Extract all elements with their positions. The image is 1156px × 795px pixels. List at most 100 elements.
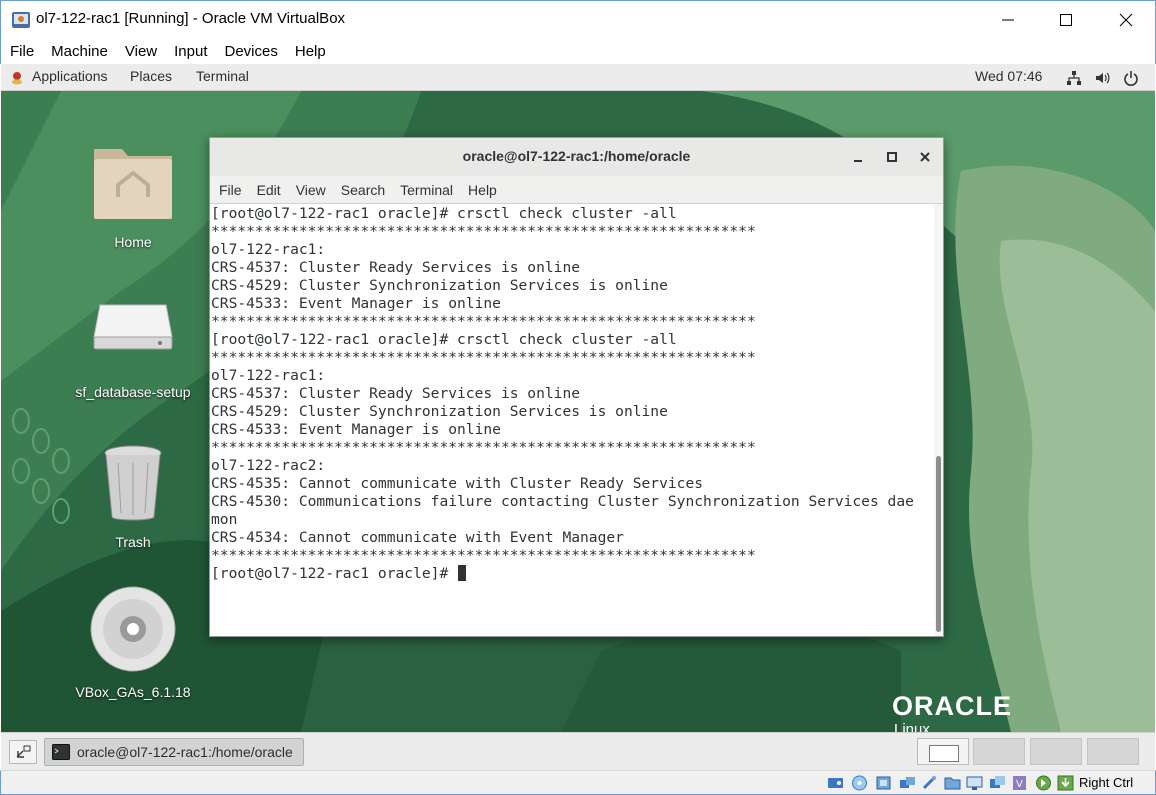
virtualbox-app-icon	[12, 12, 30, 28]
workspace-2[interactable]	[973, 738, 1025, 765]
terminal-menubar: File Edit View Search Terminal Help	[210, 176, 943, 204]
desktop-icon-trash[interactable]: Trash	[68, 443, 198, 550]
desktop-icon-home[interactable]: Home	[68, 139, 198, 250]
maximize-icon	[1060, 14, 1072, 26]
terminal-line: ol7-122-rac2:	[211, 457, 326, 474]
terminal-line: [root@ol7-122-rac1 oracle]# crsctl check…	[211, 331, 677, 348]
vbox-statusbar: V Right Ctrl	[0, 770, 1156, 795]
home-folder-icon	[94, 149, 172, 219]
terminal-line: ****************************************…	[211, 223, 756, 240]
video-capture-icon[interactable]	[989, 775, 1006, 791]
terminal-window[interactable]: oracle@ol7-122-rac1:/home/oracle File Ed…	[209, 137, 944, 637]
oracle-linux-label: Linux	[894, 721, 930, 732]
trash-icon	[104, 445, 162, 521]
usb-icon[interactable]	[921, 775, 938, 791]
workspace-4[interactable]	[1087, 738, 1139, 765]
desktop-icon-shared-folder[interactable]: sf_database-setup	[68, 301, 198, 400]
menu-help[interactable]: Help	[286, 43, 334, 60]
show-desktop-icon	[16, 745, 31, 758]
shared-folders-icon[interactable]	[944, 775, 961, 791]
menu-machine[interactable]: Machine	[42, 43, 116, 60]
audio-icon[interactable]	[875, 775, 892, 791]
workspace-window-thumb	[929, 745, 959, 762]
terminal-line: CRS-4533: Event Manager is online	[211, 421, 501, 438]
power-icon[interactable]	[1123, 70, 1139, 86]
desktop-icon-label: VBox_GAs_6.1.18	[75, 684, 191, 700]
mouse-integration-icon[interactable]	[1035, 775, 1052, 791]
close-icon	[1119, 13, 1133, 27]
volume-icon[interactable]	[1094, 70, 1110, 86]
terminal-menu-terminal[interactable]: Terminal	[392, 182, 460, 198]
terminal-menu-help[interactable]: Help	[460, 182, 504, 198]
terminal-menu-edit[interactable]: Edit	[249, 182, 288, 198]
network-icon[interactable]	[1066, 70, 1082, 86]
menu-devices[interactable]: Devices	[216, 43, 286, 60]
places-menu[interactable]: Places	[130, 68, 172, 84]
terminal-output[interactable]: [root@ol7-122-rac1 oracle]# crsctl check…	[210, 204, 934, 636]
workspace-1[interactable]	[917, 738, 969, 765]
terminal-menu-file[interactable]: File	[211, 182, 249, 198]
clock[interactable]: Wed 07:46	[975, 68, 1042, 84]
terminal-line: ol7-122-rac1:	[211, 367, 326, 384]
desktop-icon-label: Trash	[115, 534, 151, 550]
taskbar-item-terminal[interactable]: oracle@ol7-122-rac1:/home/oracle	[44, 738, 304, 766]
hard-disk-icon[interactable]	[827, 775, 844, 791]
applications-menu[interactable]: Applications	[32, 68, 108, 84]
terminal-line: ol7-122-rac1:	[211, 241, 326, 258]
svg-text:V: V	[1016, 779, 1023, 790]
terminal-line: CRS-4529: Cluster Synchronization Servic…	[211, 403, 668, 420]
terminal-icon	[52, 744, 70, 760]
display-icon[interactable]	[966, 775, 983, 791]
terminal-maximize-icon[interactable]	[884, 149, 900, 165]
terminal-line: ****************************************…	[211, 349, 756, 366]
gnome-top-panel: Applications Places Terminal Wed 07:46	[1, 64, 1155, 91]
terminal-line: CRS-4530: Communications failure contact…	[211, 493, 914, 510]
minimize-icon	[1002, 19, 1014, 21]
terminal-line: CRS-4533: Event Manager is online	[211, 295, 501, 312]
terminal-line: ****************************************…	[211, 547, 756, 564]
terminal-minimize-icon[interactable]	[850, 149, 866, 165]
terminal-scrollbar[interactable]	[934, 204, 943, 636]
gnome-bottom-panel: oracle@ol7-122-rac1:/home/oracle	[1, 732, 1155, 770]
host-key-label: Right Ctrl	[1079, 775, 1134, 790]
workspace-3[interactable]	[1030, 738, 1082, 765]
terminal-titlebar[interactable]: oracle@ol7-122-rac1:/home/oracle	[210, 138, 943, 176]
cd-icon	[90, 586, 176, 672]
terminal-line: CRS-4534: Cannot communicate with Event …	[211, 529, 624, 546]
menu-file[interactable]: File	[1, 43, 42, 60]
terminal-line: CRS-4537: Cluster Ready Services is onli…	[211, 385, 581, 402]
terminal-line: ****************************************…	[211, 313, 756, 330]
terminal-menu-search[interactable]: Search	[333, 182, 392, 198]
vbox-titlebar[interactable]: ol7-122-rac1 [Running] - Oracle VM Virtu…	[0, 0, 1156, 38]
oracle-logo: ORACLE	[892, 691, 1012, 721]
scrollbar-thumb[interactable]	[936, 456, 941, 632]
desktop-icon-label: sf_database-setup	[75, 384, 191, 400]
keyboard-capture-icon[interactable]	[1057, 775, 1074, 791]
menu-view[interactable]: View	[116, 43, 165, 60]
terminal-close-icon[interactable]	[917, 149, 933, 165]
optical-drive-icon[interactable]	[851, 775, 868, 791]
virtualization-icon[interactable]: V	[1011, 775, 1028, 791]
taskbar-item-label: oracle@ol7-122-rac1:/home/oracle	[77, 744, 293, 760]
show-desktop-button[interactable]	[9, 740, 37, 764]
terminal-line: mon	[211, 511, 238, 528]
terminal-line: ****************************************…	[211, 439, 756, 456]
terminal-line: CRS-4529: Cluster Synchronization Servic…	[211, 277, 668, 294]
minimize-button[interactable]	[979, 1, 1037, 39]
menu-input[interactable]: Input	[165, 43, 215, 60]
terminal-prompt-line[interactable]: [root@ol7-122-rac1 oracle]#	[211, 565, 934, 583]
terminal-app-menu[interactable]: Terminal	[196, 68, 249, 84]
terminal-menu-view[interactable]: View	[288, 182, 333, 198]
terminal-prompt: [root@ol7-122-rac1 oracle]#	[211, 565, 458, 582]
desktop-icon-label: Home	[114, 234, 152, 250]
terminal-line: CRS-4537: Cluster Ready Services is onli…	[211, 259, 581, 276]
desktop-icon-cd[interactable]: VBox_GAs_6.1.18	[68, 585, 198, 700]
terminal-line: [root@ol7-122-rac1 oracle]# crsctl check…	[211, 205, 677, 222]
network-adapter-icon[interactable]	[899, 775, 916, 791]
terminal-line: CRS-4535: Cannot communicate with Cluste…	[211, 475, 704, 492]
applications-icon	[12, 72, 22, 85]
vbox-menubar: File Machine View Input Devices Help	[0, 38, 1156, 64]
maximize-button[interactable]	[1037, 1, 1095, 39]
window-title: ol7-122-rac1 [Running] - Oracle VM Virtu…	[36, 10, 346, 27]
close-button[interactable]	[1097, 1, 1155, 39]
